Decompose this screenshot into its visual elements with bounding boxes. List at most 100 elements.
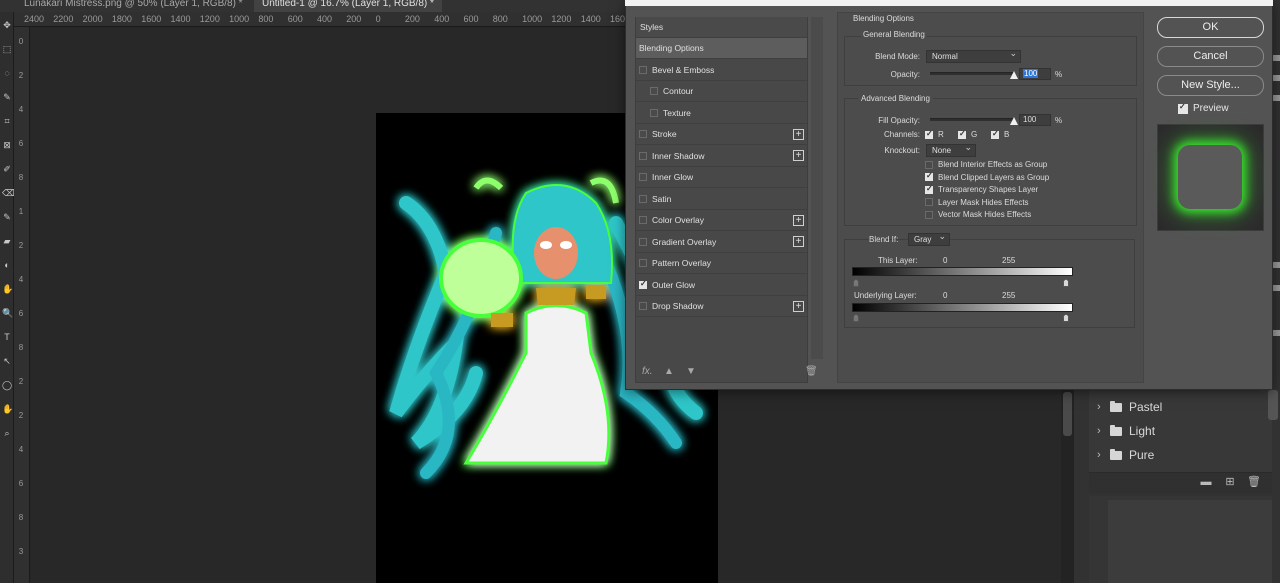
- panel-strip-icon[interactable]: [1272, 95, 1280, 101]
- cancel-button[interactable]: Cancel: [1157, 46, 1264, 67]
- tool-icon[interactable]: ✎: [2, 92, 12, 102]
- add-effect-icon[interactable]: +: [793, 150, 804, 161]
- vertical-ruler[interactable]: 0 2 4 6 8 1 2 4 6 8 2 2 4 6 8 3: [14, 27, 30, 583]
- chevron-right-icon[interactable]: ›: [1097, 401, 1107, 413]
- style-item[interactable]: Stroke +: [636, 124, 807, 145]
- underlying-layer-gradient[interactable]: [852, 303, 1073, 312]
- style-item[interactable]: Bevel & Emboss: [636, 60, 807, 81]
- fill-opacity-slider[interactable]: [930, 118, 1014, 121]
- preview-checkbox[interactable]: Preview: [1178, 102, 1229, 114]
- horizontal-ruler[interactable]: 2400 2200 2000 1800 1600 1400 1200 1000 800 600 40…: [14, 12, 630, 27]
- fx-icon[interactable]: fx.: [642, 366, 653, 377]
- tool-icon[interactable]: ⊠: [2, 140, 12, 150]
- style-checkbox[interactable]: [639, 173, 647, 181]
- style-item[interactable]: Satin: [636, 189, 807, 210]
- blend-option-check-icon[interactable]: [925, 160, 933, 169]
- knockout-dropdown[interactable]: None: [926, 142, 976, 157]
- tool-icon[interactable]: ◌: [2, 68, 12, 78]
- arrow-up-icon[interactable]: ▲: [664, 366, 674, 377]
- panel-strip-icon[interactable]: [1272, 75, 1280, 81]
- style-checkbox[interactable]: [639, 130, 647, 138]
- blend-option-checkbox[interactable]: Blend Clipped Layers as Group: [925, 171, 1049, 182]
- channel-check-icon[interactable]: [991, 129, 999, 139]
- tab-untitled-1[interactable]: Untitled-1 @ 16.7% (Layer 1, RGB/8) *: [254, 0, 442, 12]
- preview-check-icon[interactable]: [1178, 102, 1188, 114]
- style-item[interactable]: Contour: [636, 81, 807, 102]
- panel-strip-icon[interactable]: [1272, 285, 1280, 291]
- opacity-slider[interactable]: [930, 72, 1014, 75]
- style-item[interactable]: Pattern Overlay: [636, 253, 807, 274]
- swatch-folder-light[interactable]: › Light: [1097, 420, 1257, 442]
- style-checkbox[interactable]: [650, 108, 658, 117]
- style-checkbox[interactable]: [639, 259, 647, 267]
- style-checkbox[interactable]: [639, 237, 647, 246]
- styles-scrollbar[interactable]: [811, 17, 823, 359]
- panel-strip-icon[interactable]: [1272, 262, 1280, 268]
- tool-icon[interactable]: ⬚: [2, 44, 12, 54]
- add-effect-icon[interactable]: +: [793, 300, 804, 312]
- style-item[interactable]: Inner Shadow +: [636, 146, 807, 167]
- add-effect-icon[interactable]: +: [793, 214, 804, 226]
- channel-checkbox[interactable]: R: [925, 129, 944, 139]
- style-checkbox[interactable]: [639, 194, 647, 203]
- style-item[interactable]: Color Overlay +: [636, 210, 807, 231]
- style-checkbox[interactable]: [639, 216, 647, 224]
- swatch-folder-pastel[interactable]: › Pastel: [1097, 396, 1257, 418]
- style-item[interactable]: Inner Glow: [636, 167, 807, 188]
- trash-icon[interactable]: 🗑: [1247, 476, 1261, 488]
- chevron-right-icon[interactable]: ›: [1097, 449, 1107, 461]
- blend-option-check-icon[interactable]: [925, 210, 933, 219]
- tool-icon[interactable]: ✐: [2, 164, 12, 174]
- arrow-down-icon[interactable]: ▼: [686, 366, 696, 377]
- ok-button[interactable]: OK: [1157, 17, 1264, 38]
- style-checkbox[interactable]: [639, 151, 647, 160]
- style-item[interactable]: Gradient Overlay +: [636, 232, 807, 253]
- style-item[interactable]: Texture: [636, 103, 807, 124]
- style-item[interactable]: Blending Options: [636, 38, 807, 59]
- blend-option-check-icon[interactable]: [925, 184, 933, 194]
- panel-strip-icon[interactable]: [1272, 330, 1280, 336]
- style-item[interactable]: Drop Shadow +: [636, 296, 807, 317]
- blend-option-checkbox[interactable]: Transparency Shapes Layer: [925, 184, 1038, 194]
- swatch-folder-pure[interactable]: › Pure: [1097, 444, 1257, 466]
- swatches-scrollbar[interactable]: [1268, 390, 1278, 420]
- chevron-right-icon[interactable]: ›: [1097, 425, 1107, 437]
- style-checkbox[interactable]: [639, 279, 647, 289]
- blend-option-checkbox[interactable]: Layer Mask Hides Effects: [925, 198, 1029, 207]
- blend-if-dropdown[interactable]: Gray: [908, 231, 950, 246]
- blend-option-checkbox[interactable]: Vector Mask Hides Effects: [925, 210, 1031, 219]
- canvas-scrollbar-thumb[interactable]: [1063, 392, 1072, 436]
- new-swatch-icon[interactable]: ⊞: [1224, 476, 1236, 488]
- channel-checkbox[interactable]: G: [958, 129, 977, 139]
- blend-option-check-icon[interactable]: [925, 171, 933, 181]
- style-checkbox[interactable]: [639, 302, 647, 310]
- blend-option-check-icon[interactable]: [925, 198, 933, 206]
- trash-icon[interactable]: 🗑: [805, 366, 818, 377]
- opacity-input[interactable]: 100: [1019, 68, 1051, 80]
- blend-option-checkbox[interactable]: Blend Interior Effects as Group: [925, 160, 1047, 169]
- new-style-button[interactable]: New Style...: [1157, 75, 1264, 96]
- style-checkbox[interactable]: [650, 87, 658, 95]
- blend-mode-dropdown[interactable]: Normal: [926, 48, 1021, 63]
- add-effect-icon[interactable]: +: [793, 128, 804, 140]
- tool-icon[interactable]: ⌗: [2, 116, 12, 126]
- fill-opacity-input[interactable]: 100: [1019, 114, 1051, 126]
- tool-icon[interactable]: ↖: [2, 356, 12, 366]
- fill-opacity-slider-thumb[interactable]: [1010, 117, 1018, 125]
- styles-header[interactable]: Styles: [636, 17, 807, 38]
- add-effect-icon[interactable]: +: [793, 236, 804, 247]
- style-checkbox[interactable]: [639, 65, 647, 74]
- tool-icon[interactable]: ⌕: [2, 428, 12, 438]
- tool-icon[interactable]: ▰: [2, 236, 12, 246]
- dialog-title-bar[interactable]: [625, 0, 1273, 6]
- this-layer-gradient[interactable]: [852, 267, 1073, 276]
- tool-icon[interactable]: ✎: [2, 212, 12, 222]
- channel-check-icon[interactable]: [925, 129, 933, 139]
- channel-check-icon[interactable]: [958, 129, 966, 139]
- tool-icon[interactable]: ◯: [2, 380, 12, 390]
- tool-icon[interactable]: ✋: [2, 404, 13, 414]
- new-group-icon[interactable]: ▬: [1200, 476, 1212, 488]
- channel-checkbox[interactable]: B: [991, 129, 1009, 139]
- style-item[interactable]: Outer Glow: [636, 275, 807, 296]
- tool-icon[interactable]: ✥: [2, 20, 12, 30]
